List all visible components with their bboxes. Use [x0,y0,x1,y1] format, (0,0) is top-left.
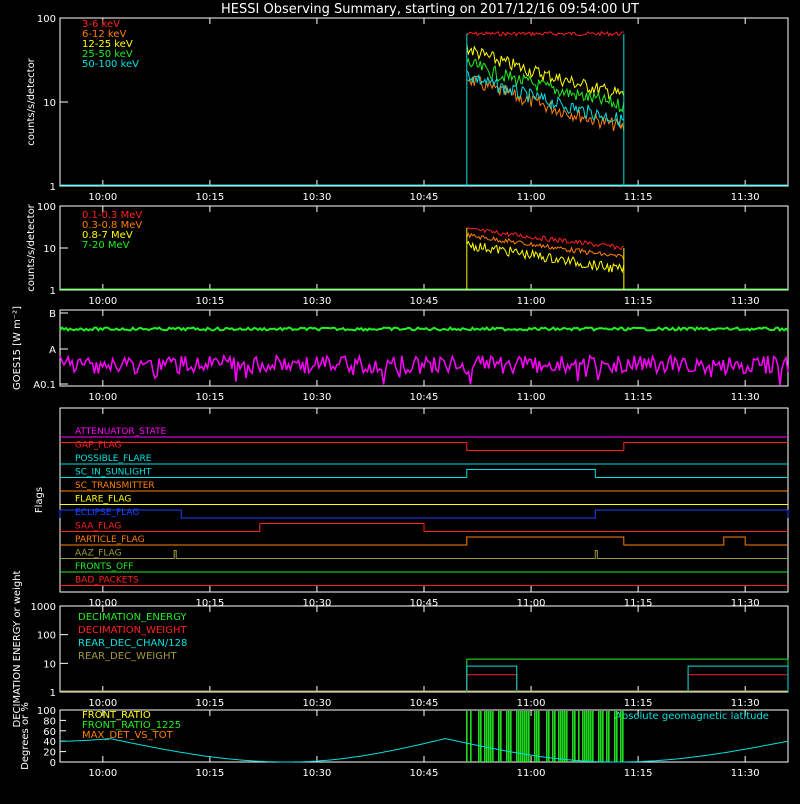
legend-entry: REAR_DEC_CHAN/128 [78,638,187,649]
flag-label: PARTICLE_FLAG [75,535,145,545]
y-tick-label: 1000 [31,602,56,613]
y-tick-label: 20 [43,748,56,759]
x-tick-label: 10:30 [303,296,332,307]
flag-label: POSSIBLE_FLARE [75,454,152,464]
y-axis-label: counts/s/detector [26,57,37,145]
x-tick-label: 10:00 [88,192,117,203]
x-tick-label: 10:45 [410,296,439,307]
flag-label: SC_IN_SUNLIGHT [75,468,152,478]
y-axis-label: Degrees or % [20,702,31,770]
x-tick-label: 10:15 [195,392,224,403]
x-tick-label: 10:00 [88,392,117,403]
x-tick-label: 11:00 [517,698,546,709]
x-tick-label: 11:00 [517,392,546,403]
x-tick-label: 10:00 [88,768,117,779]
x-tick-label: 10:45 [410,698,439,709]
x-tick-label: 10:30 [303,698,332,709]
hessi-summary-plot: HESSI Observing Summary, starting on 201… [0,0,800,800]
y-tick-label: 100 [37,14,56,25]
legend-entry: 50-100 keV [82,59,139,70]
x-tick-label: 11:30 [731,192,760,203]
y-tick-label: 40 [43,737,56,748]
flag-label: SC_TRANSMITTER [75,481,155,491]
y-tick-label: 100 [37,202,56,213]
y-tick-label: A0.1 [33,380,56,391]
x-tick-label: 11:30 [731,392,760,403]
flag-label: ATTENUATOR_STATE [75,427,167,437]
legend-entry: 7-20 MeV [82,240,130,251]
x-tick-label: 11:15 [624,192,653,203]
y-axis-label: GOES15 [W m⁻²] [12,306,23,390]
y-tick-label: 10 [43,244,56,255]
x-tick-label: 10:45 [410,392,439,403]
y-tick-label: 0 [50,758,56,769]
y-tick-label: 1 [50,286,56,297]
x-tick-label: 11:00 [517,192,546,203]
x-tick-label: 11:15 [624,392,653,403]
annotation-label: Absolute geomagnetic latitude [615,711,769,722]
x-tick-label: 10:45 [410,192,439,203]
x-tick-label: 10:15 [195,768,224,779]
legend-entry: REAR_DEC_WEIGHT [78,651,177,662]
x-tick-label: 10:15 [195,192,224,203]
x-tick-label: 11:30 [731,768,760,779]
y-tick-label: B [49,309,56,320]
y-tick-label: 1 [50,688,56,699]
x-tick-label: 10:30 [303,192,332,203]
y-tick-label: 10 [43,98,56,109]
x-tick-label: 10:15 [195,296,224,307]
x-tick-label: 10:30 [303,392,332,403]
x-tick-label: 11:15 [624,296,653,307]
x-tick-label: 10:45 [410,768,439,779]
legend-entry: DECIMATION_ENERGY [78,612,187,623]
flag-label: FLARE_FLAG [75,495,131,505]
x-tick-label: 10:15 [195,698,224,709]
flag-label: AAZ_FLAG [75,549,122,559]
x-tick-label: 11:00 [517,768,546,779]
y-tick-label: 1 [50,182,56,193]
y-tick-label: 60 [43,727,56,738]
y-tick-label: 80 [43,716,56,727]
y-axis-label: Flags [34,487,45,513]
flag-label: SAA_FLAG [75,522,121,532]
x-tick-label: 11:15 [624,768,653,779]
y-tick-label: 10 [43,659,56,670]
flag-label: FRONTS_OFF [75,562,133,572]
flag-label: BAD_PACKETS [75,576,139,586]
x-tick-label: 10:30 [303,768,332,779]
x-tick-label: 10:00 [88,698,117,709]
y-tick-label: A [49,345,56,356]
legend-entry: DECIMATION_WEIGHT [78,625,187,636]
y-tick-label: 100 [37,631,56,642]
x-tick-label: 11:15 [624,698,653,709]
y-tick-label: 100 [37,706,56,717]
x-tick-label: 11:30 [731,296,760,307]
plot-title: HESSI Observing Summary, starting on 201… [221,2,639,17]
y-axis-label: counts/s/detector [26,203,37,291]
x-tick-label: 11:00 [517,296,546,307]
x-tick-label: 10:00 [88,296,117,307]
x-tick-label: 11:30 [731,698,760,709]
